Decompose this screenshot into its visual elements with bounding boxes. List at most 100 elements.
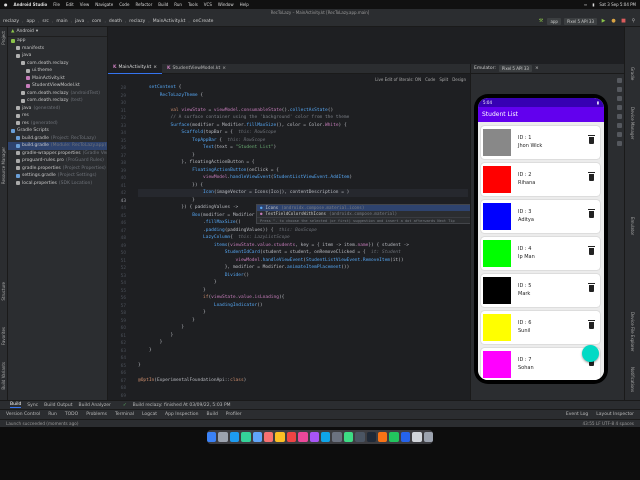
- code-line[interactable]: }: [138, 324, 468, 332]
- favorites-tab[interactable]: Favorites: [1, 327, 6, 345]
- tree-item[interactable]: local.properties (SDK Location): [8, 180, 107, 188]
- cursor-position[interactable]: 43:55 LF UTF-8 4 spaces: [583, 421, 634, 426]
- code-line[interactable]: }: [138, 347, 468, 355]
- wifi-icon[interactable]: ≈: [584, 2, 587, 7]
- code-line[interactable]: }, modifier = Modifier.animateItemPlacem…: [138, 264, 468, 272]
- student-card[interactable]: ID : 4 Ip Man: [481, 237, 600, 270]
- breadcrumb-java[interactable]: java: [75, 19, 84, 24]
- code-line[interactable]: if(viewState.value.isLoading){: [138, 294, 468, 302]
- menu-edit[interactable]: Edit: [66, 2, 74, 7]
- breadcrumb-src[interactable]: src: [42, 19, 49, 24]
- live-edit-toggle[interactable]: Live Edit of literals: ON: [375, 77, 421, 82]
- notes-icon[interactable]: [275, 432, 285, 442]
- code-line[interactable]: Divider(): [138, 272, 468, 280]
- gradle-tab[interactable]: Gradle: [630, 67, 635, 80]
- build-tool-tab[interactable]: Build: [207, 412, 218, 417]
- tree-item[interactable]: proguard-rules.pro (ProGuard Rules): [8, 157, 107, 165]
- run-icon[interactable]: ▶: [600, 18, 607, 25]
- split-view-button[interactable]: Split: [439, 77, 448, 82]
- trash-icon[interactable]: [423, 432, 434, 442]
- phone-screen[interactable]: 5:04 ▮ Student List ID : 1 Jhon Wick ID : …: [478, 98, 604, 380]
- tree-item[interactable]: java: [8, 52, 107, 60]
- github-icon[interactable]: [366, 432, 377, 442]
- tab-studentviewmodel[interactable]: K StudentViewModel.kt ×: [162, 64, 231, 74]
- search-icon[interactable]: ⚲: [630, 18, 637, 25]
- back-icon[interactable]: [617, 123, 622, 128]
- code-line[interactable]: }) {: [138, 182, 468, 190]
- menubar-clock[interactable]: Sat 3 Sep 5:04 PM: [599, 2, 636, 7]
- tree-item[interactable]: com.death.reclazy: [8, 60, 107, 68]
- launchpad-icon[interactable]: [218, 432, 228, 442]
- app-store-icon[interactable]: [321, 432, 331, 442]
- code-line[interactable]: LazyColumn{ this: LazyListScope: [138, 234, 468, 242]
- code-line[interactable]: }: [138, 332, 468, 340]
- android-studio-icon[interactable]: [343, 432, 354, 442]
- tree-item[interactable]: ui.theme: [8, 67, 107, 75]
- menu-navigate[interactable]: Navigate: [95, 2, 113, 7]
- downloads-icon[interactable]: [412, 432, 422, 442]
- breadcrumb-com[interactable]: com: [92, 19, 102, 24]
- tree-item[interactable]: app: [8, 37, 107, 45]
- delete-icon[interactable]: [588, 172, 595, 181]
- menubar-app-name[interactable]: Android Studio: [14, 2, 48, 7]
- sync-tab[interactable]: Sync: [27, 403, 38, 408]
- hammer-icon[interactable]: ⚒: [537, 18, 544, 25]
- stop-icon[interactable]: ■: [620, 18, 627, 25]
- student-card[interactable]: ID : 3 Aditya: [481, 200, 600, 233]
- code-view-button[interactable]: Code: [425, 77, 435, 82]
- build-output-tab[interactable]: Build Output: [44, 403, 72, 408]
- chrome-icon[interactable]: [389, 432, 399, 442]
- delete-icon[interactable]: [588, 135, 595, 144]
- menu-code[interactable]: Code: [119, 2, 129, 7]
- tree-item[interactable]: com.death.reclazy (test): [8, 97, 107, 105]
- code-line[interactable]: }: [138, 197, 468, 205]
- tree-item[interactable]: gradle.properties (Project Properties): [8, 165, 107, 173]
- student-card[interactable]: ID : 2 Rihana: [481, 163, 600, 196]
- menu-build[interactable]: Build: [158, 2, 168, 7]
- code-line[interactable]: RecToLazyTheme {: [138, 92, 468, 100]
- code-line[interactable]: Text(text = "Student List"): [138, 144, 468, 152]
- code-line[interactable]: }: [138, 362, 468, 370]
- code-line[interactable]: Surface(modifier = Modifier.fillMaxSize(…: [138, 122, 468, 130]
- messages-icon[interactable]: [241, 432, 251, 442]
- tree-item[interactable]: java (generated): [8, 105, 107, 113]
- menu-view[interactable]: View: [80, 2, 90, 7]
- terminal-icon[interactable]: [355, 432, 365, 442]
- code-line[interactable]: [138, 369, 468, 377]
- battery-icon[interactable]: ▮: [592, 2, 594, 7]
- event-log-tab[interactable]: Event Log: [566, 412, 588, 417]
- tree-item[interactable]: build.gradle (Project: RecToLazy): [8, 135, 107, 143]
- todo-tab[interactable]: TODO: [65, 412, 78, 417]
- settings-icon[interactable]: [332, 432, 342, 442]
- code-line[interactable]: StudentIdCard(student = student, onRemov…: [138, 249, 468, 257]
- device-manager-tab[interactable]: Device Manager: [630, 107, 635, 139]
- student-card[interactable]: ID : 6 Sunil: [481, 311, 600, 344]
- apple-icon[interactable]: ●: [4, 2, 8, 7]
- student-list[interactable]: ID : 1 Jhon Wick ID : 2 Rihana ID : 3 Aditya I…: [478, 122, 604, 380]
- menu-file[interactable]: File: [53, 2, 60, 7]
- finder-icon[interactable]: [206, 432, 217, 442]
- menu-vcs[interactable]: VCS: [204, 2, 212, 7]
- tree-item[interactable]: res (generated): [8, 120, 107, 128]
- tree-item[interactable]: MainActivity.kt: [8, 75, 107, 83]
- code-line[interactable]: Scaffold(topBar = { this: RowScope: [138, 129, 468, 137]
- emulator-tab[interactable]: Emulator: [630, 217, 635, 235]
- app-inspection-tab[interactable]: App Inspection: [165, 412, 198, 417]
- code-editor[interactable]: 28 29 30 31 32 33 34 35 36 37 38 39 40 41 42 43 44 45 46 47…: [108, 84, 470, 400]
- vscode-icon[interactable]: [400, 432, 411, 442]
- tree-item[interactable]: com.death.reclazy (androidTest): [8, 90, 107, 98]
- menu-window[interactable]: Window: [218, 2, 234, 7]
- menu-refactor[interactable]: Refactor: [135, 2, 152, 7]
- breadcrumb-project[interactable]: reclazy: [3, 19, 19, 24]
- menu-help[interactable]: Help: [240, 2, 249, 7]
- code-line[interactable]: // A surface container using the 'backgr…: [138, 114, 468, 122]
- device-select[interactable]: Pixel 5 API 33: [563, 18, 597, 25]
- tree-item[interactable]: settings.gradle (Project Settings): [8, 172, 107, 180]
- tree-item[interactable]: res: [8, 112, 107, 120]
- problems-tab[interactable]: Problems: [86, 412, 107, 417]
- code-line[interactable]: FloatingActionButton(onClick = {: [138, 167, 468, 175]
- code-area[interactable]: setContent { RecToLazyTheme { val viewSt…: [138, 84, 468, 384]
- tree-item[interactable]: Gradle Scripts: [8, 127, 107, 135]
- screenshot-icon[interactable]: [617, 114, 622, 119]
- run-config-select[interactable]: app: [547, 18, 561, 25]
